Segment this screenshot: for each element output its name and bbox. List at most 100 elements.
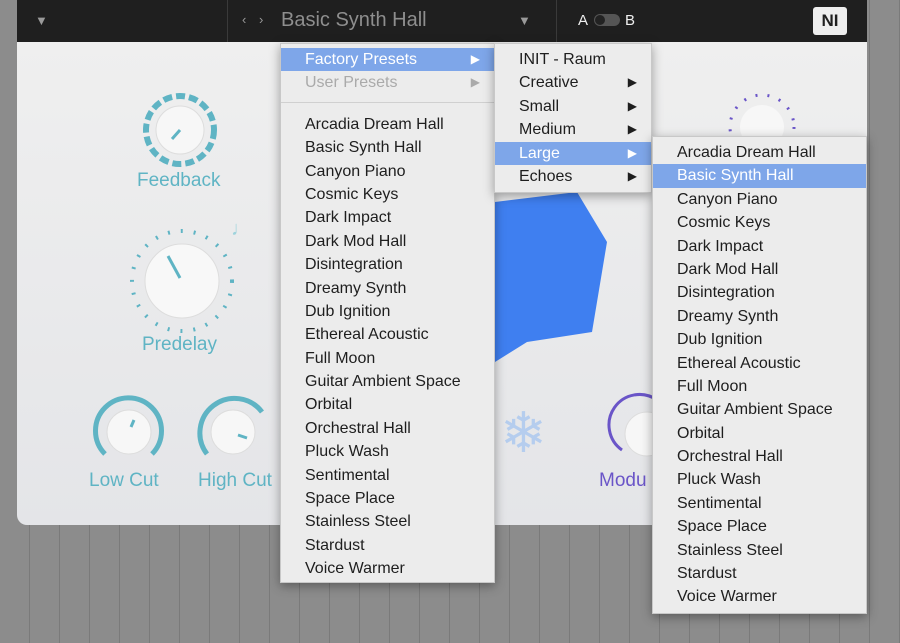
high-cut-label: High Cut bbox=[198, 470, 272, 492]
large-preset-item[interactable]: Dark Mod Hall bbox=[653, 258, 866, 281]
predelay-knob[interactable] bbox=[132, 231, 232, 331]
large-preset-item[interactable]: Voice Warmer bbox=[653, 585, 866, 608]
preset-name[interactable]: Basic Synth Hall bbox=[281, 9, 427, 32]
large-preset-item[interactable]: Pluck Wash bbox=[653, 468, 866, 491]
prev-preset-icon[interactable]: ‹ bbox=[242, 12, 246, 27]
menu-item-label: Dub Ignition bbox=[677, 331, 762, 348]
submenu-arrow-icon: ▶ bbox=[471, 71, 480, 94]
menu-item-label: Disintegration bbox=[677, 284, 775, 301]
reverb-visual-blob bbox=[495, 192, 607, 362]
high-cut-knob[interactable] bbox=[200, 398, 262, 454]
submenu-arrow-icon: ▶ bbox=[628, 71, 637, 94]
ab-toggle[interactable] bbox=[594, 14, 620, 26]
large-preset-item[interactable]: Ethereal Acoustic bbox=[653, 352, 866, 375]
ab-label-b: B bbox=[625, 12, 635, 29]
menu-item-label: Small bbox=[519, 98, 559, 115]
category-menu-item[interactable]: Small ▶ bbox=[495, 95, 651, 118]
submenu-arrow-icon: ▶ bbox=[628, 165, 637, 188]
large-preset-item[interactable]: Disintegration bbox=[653, 281, 866, 304]
feedback-knob[interactable] bbox=[146, 96, 214, 164]
large-preset-item[interactable]: Arcadia Dream Hall bbox=[653, 141, 866, 164]
preset-menu-item[interactable]: Dreamy Synth bbox=[281, 277, 494, 300]
menu-item-label: Sentimental bbox=[677, 495, 762, 512]
large-preset-item[interactable]: Dub Ignition bbox=[653, 328, 866, 351]
menu-item-label: Creative bbox=[519, 74, 579, 91]
menu-item-label: Orchestral Hall bbox=[677, 448, 783, 465]
menu-item-label: Canyon Piano bbox=[305, 163, 406, 180]
large-preset-item[interactable]: Canyon Piano bbox=[653, 188, 866, 211]
menu-item-user-presets: User Presets▶ bbox=[281, 71, 494, 94]
low-cut-knob[interactable] bbox=[96, 398, 162, 454]
menu-item-label: Stainless Steel bbox=[677, 542, 783, 559]
menu-item-label: Basic Synth Hall bbox=[677, 167, 794, 184]
preset-dropdown-icon[interactable]: ▼ bbox=[518, 13, 531, 28]
large-preset-item[interactable]: Stainless Steel bbox=[653, 539, 866, 562]
menu-item-label: Ethereal Acoustic bbox=[677, 355, 801, 372]
menu-item-label: Large bbox=[519, 145, 560, 162]
menu-item-label: Basic Synth Hall bbox=[305, 139, 422, 156]
preset-menu-item[interactable]: Stainless Steel bbox=[281, 510, 494, 533]
low-cut-label: Low Cut bbox=[89, 470, 159, 492]
category-menu-item[interactable]: Large▶ bbox=[495, 142, 651, 165]
ab-segment: A B NI bbox=[557, 0, 867, 42]
large-preset-item[interactable]: Guitar Ambient Space bbox=[653, 398, 866, 421]
large-preset-item[interactable]: Dreamy Synth bbox=[653, 305, 866, 328]
preset-menu-item[interactable]: Disintegration bbox=[281, 253, 494, 276]
preset-menu-item[interactable]: Sentimental bbox=[281, 464, 494, 487]
category-menu-item[interactable]: Creative ▶ bbox=[495, 71, 651, 94]
preset-menu-item[interactable]: Dark Impact bbox=[281, 206, 494, 229]
menu-item-label: Dark Mod Hall bbox=[305, 233, 406, 250]
preset-menu-item[interactable]: Voice Warmer bbox=[281, 557, 494, 580]
preset-menu-item[interactable]: Canyon Piano bbox=[281, 160, 494, 183]
menu-item-label: Stardust bbox=[677, 565, 737, 582]
large-preset-item[interactable]: Basic Synth Hall bbox=[653, 164, 866, 187]
preset-menu-item[interactable]: Space Place bbox=[281, 487, 494, 510]
menu-separator bbox=[281, 102, 494, 103]
menu-item-label: Dark Impact bbox=[677, 238, 763, 255]
large-preset-item[interactable]: Stardust bbox=[653, 562, 866, 585]
submenu-arrow-icon: ▶ bbox=[628, 95, 637, 118]
note-icon[interactable]: ♩ bbox=[231, 218, 251, 240]
menu-item-label: Arcadia Dream Hall bbox=[305, 116, 444, 133]
large-preset-item[interactable]: Space Place bbox=[653, 515, 866, 538]
large-preset-item[interactable]: Full Moon bbox=[653, 375, 866, 398]
large-preset-item[interactable]: Cosmic Keys bbox=[653, 211, 866, 234]
preset-menu-item[interactable]: Arcadia Dream Hall bbox=[281, 113, 494, 136]
large-preset-item[interactable]: Orchestral Hall bbox=[653, 445, 866, 468]
preset-menu-item[interactable]: Pluck Wash bbox=[281, 440, 494, 463]
menu-item-label: Dub Ignition bbox=[305, 303, 390, 320]
category-menu-item[interactable]: Echoes▶ bbox=[495, 165, 651, 188]
category-menu-item[interactable]: Medium▶ bbox=[495, 118, 651, 141]
menu-item-label: Guitar Ambient Space bbox=[305, 373, 461, 390]
menu-item-label: Cosmic Keys bbox=[305, 186, 398, 203]
menu-item-factory-presets[interactable]: Factory Presets▶ bbox=[281, 48, 494, 71]
header-menu-dropdown-icon[interactable]: ▼ bbox=[35, 13, 48, 28]
menu-item-label: Disintegration bbox=[305, 256, 403, 273]
menu-item-label: Pluck Wash bbox=[305, 443, 389, 460]
preset-menu-item[interactable]: Full Moon bbox=[281, 347, 494, 370]
header-menu-segment: ▼ bbox=[17, 0, 228, 42]
category-menu-item[interactable]: INIT - Raum bbox=[495, 48, 651, 71]
menu-item-label: Full Moon bbox=[305, 350, 375, 367]
preset-menu-item[interactable]: Dub Ignition bbox=[281, 300, 494, 323]
submenu-arrow-icon: ▶ bbox=[471, 48, 480, 71]
preset-menu-item[interactable]: Dark Mod Hall bbox=[281, 230, 494, 253]
preset-menu-item[interactable]: Stardust bbox=[281, 534, 494, 557]
large-preset-item[interactable]: Orbital bbox=[653, 422, 866, 445]
menu-item-label: Voice Warmer bbox=[305, 560, 405, 577]
preset-menu-item[interactable]: Basic Synth Hall bbox=[281, 136, 494, 159]
large-submenu: Arcadia Dream Hall Basic Synth Hall Canyon… bbox=[652, 136, 867, 614]
large-preset-item[interactable]: Sentimental bbox=[653, 492, 866, 515]
preset-menu-item[interactable]: Orbital bbox=[281, 393, 494, 416]
menu-item-label: Cosmic Keys bbox=[677, 214, 770, 231]
preset-menu-item[interactable]: Cosmic Keys bbox=[281, 183, 494, 206]
freeze-snowflake-icon[interactable]: ❄ bbox=[500, 401, 547, 464]
next-preset-icon[interactable]: › bbox=[259, 12, 263, 27]
menu-item-label: Sentimental bbox=[305, 467, 390, 484]
preset-menu-item[interactable]: Guitar Ambient Space bbox=[281, 370, 494, 393]
large-preset-item[interactable]: Dark Impact bbox=[653, 235, 866, 258]
preset-menu-item[interactable]: Ethereal Acoustic bbox=[281, 323, 494, 346]
menu-item-label: Stardust bbox=[305, 537, 365, 554]
menu-item-label: Space Place bbox=[305, 490, 395, 507]
preset-menu-item[interactable]: Orchestral Hall bbox=[281, 417, 494, 440]
